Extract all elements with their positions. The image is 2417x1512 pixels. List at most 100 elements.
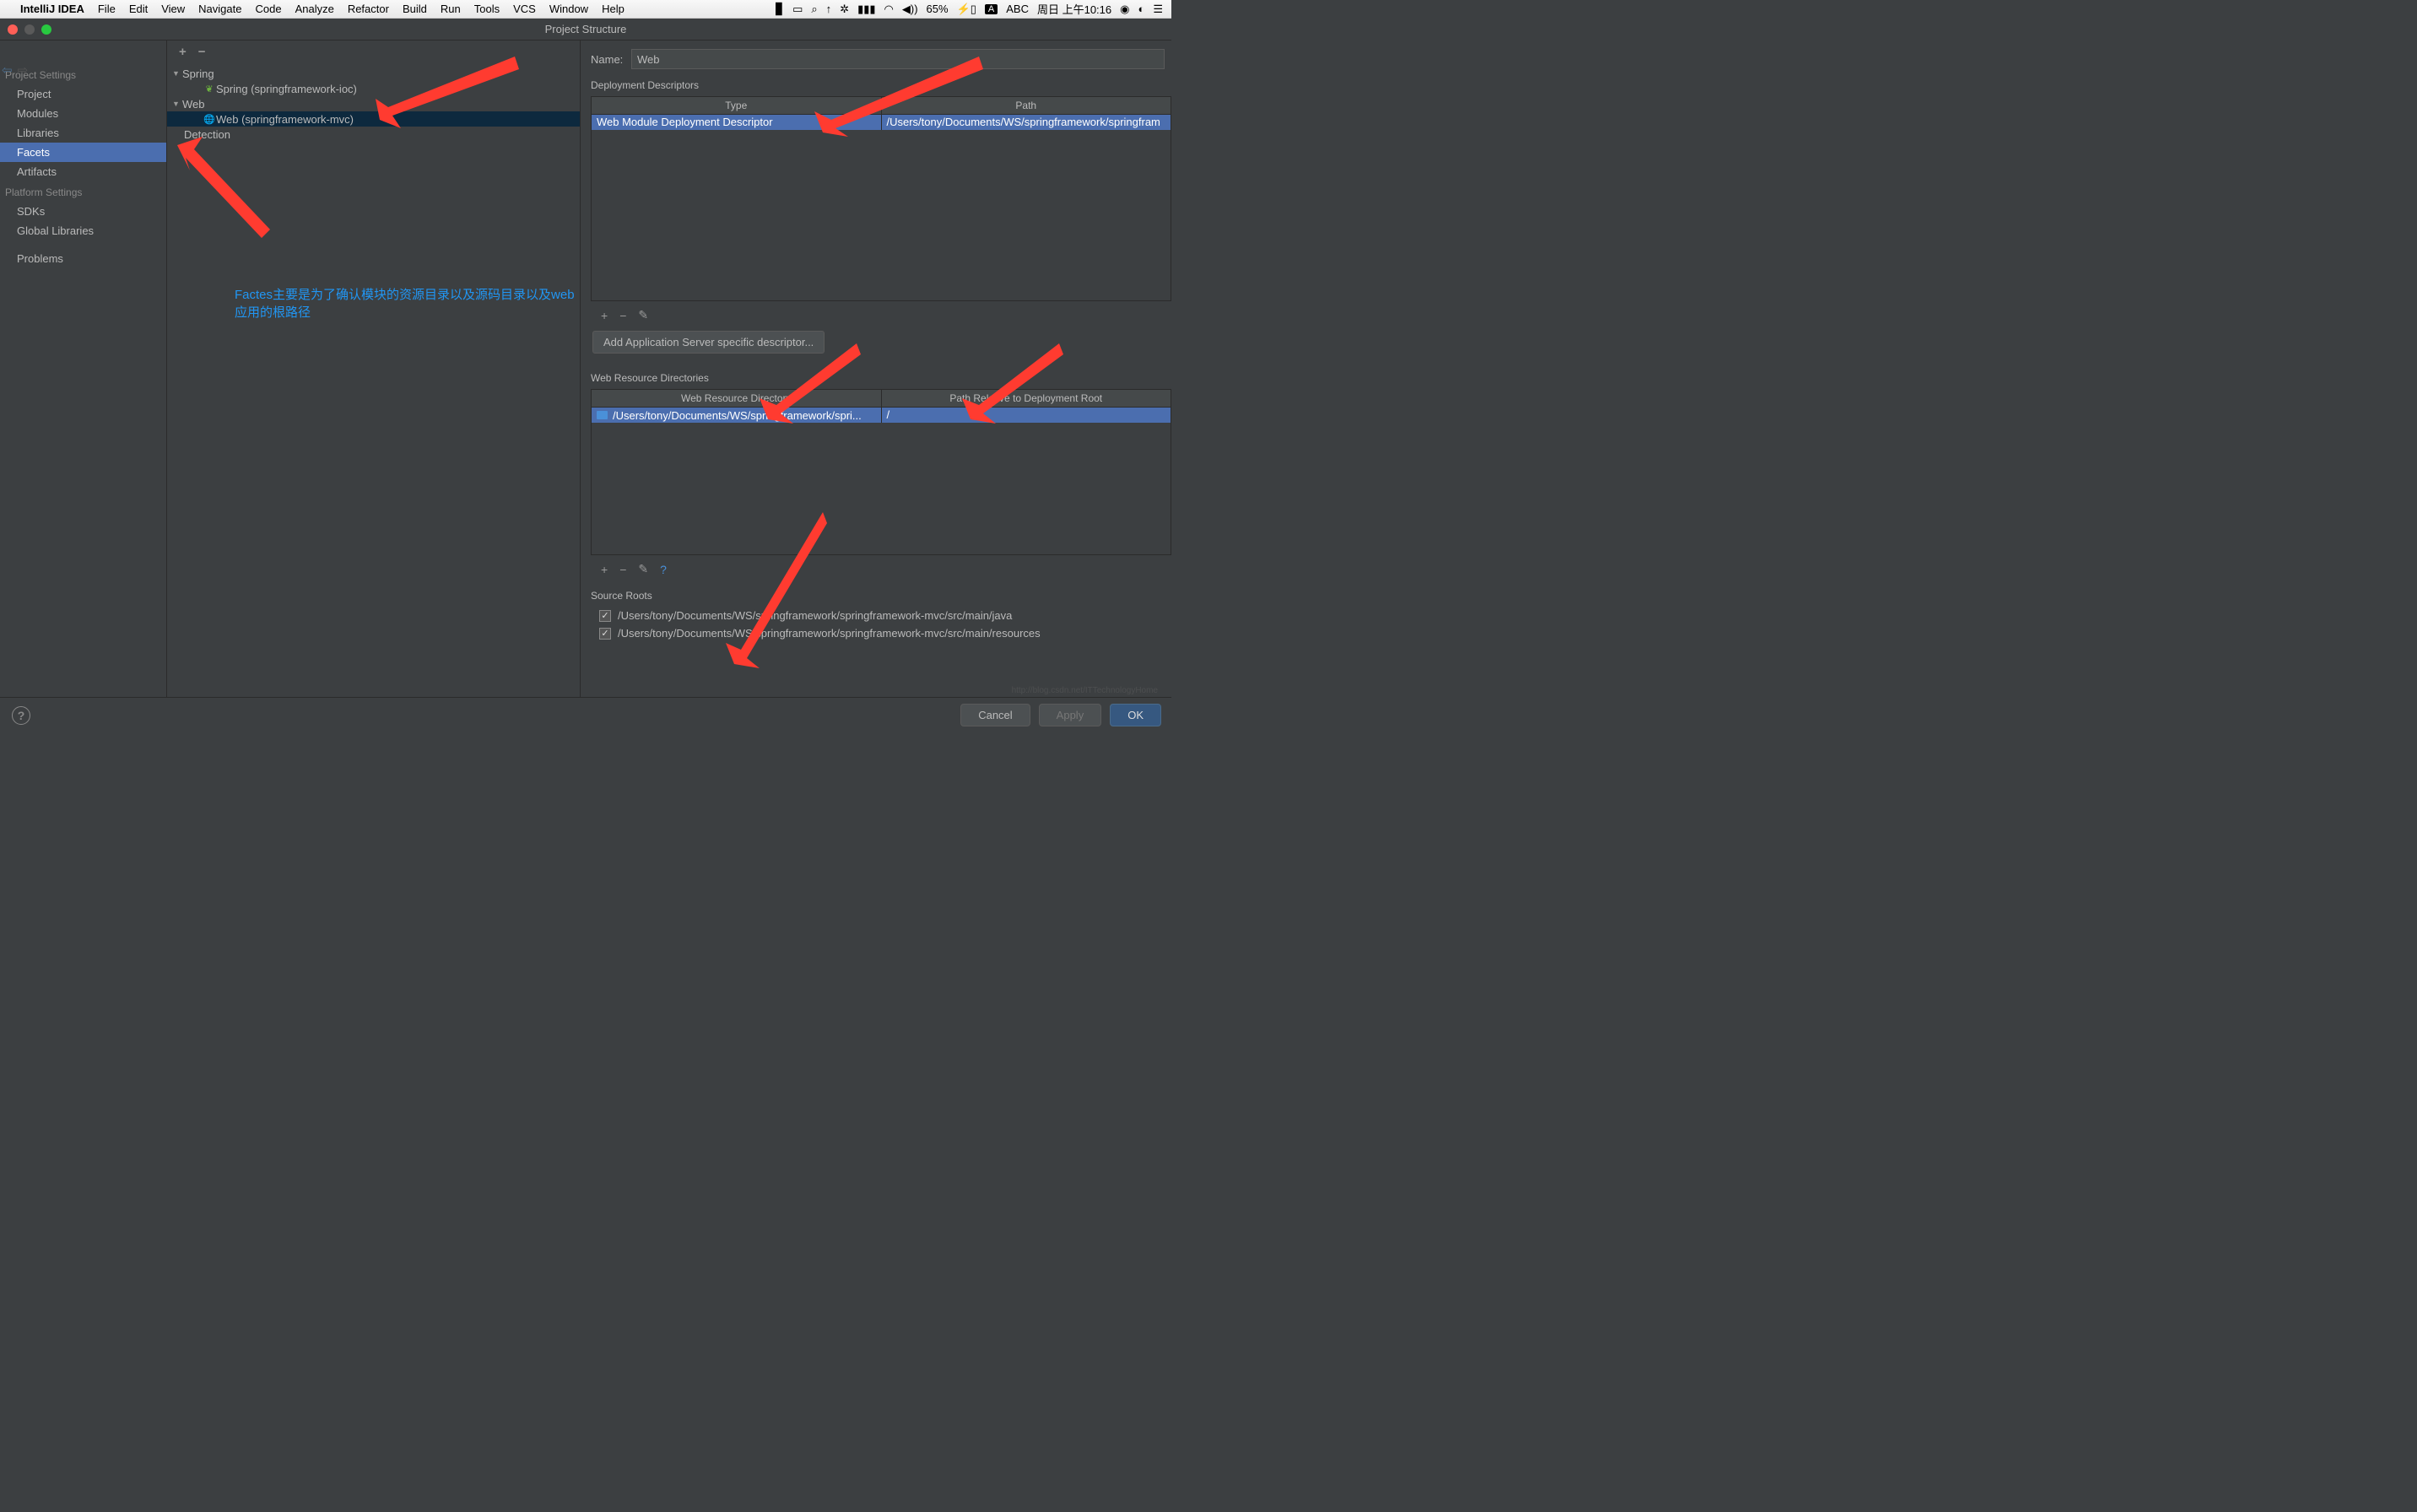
help-button[interactable]: ? <box>12 706 30 725</box>
mac-menubar: IntelliJ IDEA File Edit View Navigate Co… <box>0 0 1171 19</box>
facet-config-panel: Name: Deployment Descriptors Type Path W… <box>581 40 1171 709</box>
web-resource-dirs-label: Web Resource Directories <box>591 372 1171 384</box>
battery-icon[interactable]: ▮▮▮ <box>857 3 875 16</box>
notification-icon[interactable]: ☰ <box>1153 3 1163 16</box>
sidebar-item-libraries[interactable]: Libraries <box>0 123 166 143</box>
platform-settings-header: Platform Settings <box>0 181 166 202</box>
project-structure-window: Project Structure ⇦ ⇨ Project Settings P… <box>0 19 1171 732</box>
checkbox-checked-icon[interactable]: ✓ <box>599 610 611 622</box>
sidebar-item-artifacts[interactable]: Artifacts <box>0 162 166 181</box>
checkbox-checked-icon[interactable]: ✓ <box>599 628 611 640</box>
menu-file[interactable]: File <box>98 3 116 15</box>
menu-help[interactable]: Help <box>602 3 625 15</box>
cancel-button[interactable]: Cancel <box>960 704 1030 726</box>
expand-arrow-icon[interactable]: ▼ <box>172 69 182 78</box>
add-descriptor-button[interactable]: Add Application Server specific descript… <box>592 331 825 354</box>
menu-view[interactable]: View <box>161 3 185 15</box>
source-roots-label: Source Roots <box>591 590 1171 602</box>
sidebar-item-global-libraries[interactable]: Global Libraries <box>0 221 166 240</box>
spotlight-icon[interactable]: ◉ <box>1120 3 1129 16</box>
dd-remove-icon[interactable]: − <box>619 309 626 322</box>
sidebar-item-problems[interactable]: Problems <box>0 249 166 268</box>
dd-row[interactable]: Web Module Deployment Descriptor /Users/… <box>592 115 1171 130</box>
menu-analyze[interactable]: Analyze <box>295 3 334 15</box>
menu-run[interactable]: Run <box>441 3 461 15</box>
tree-node-spring-ioc[interactable]: ❦ Spring (springframework-ioc) <box>167 81 580 96</box>
minimize-button[interactable] <box>24 24 35 35</box>
tree-node-detection[interactable]: Detection <box>167 127 580 142</box>
source-root-path: /Users/tony/Documents/WS/springframework… <box>618 627 1041 640</box>
dd-col-path: Path <box>882 97 1171 114</box>
app-name[interactable]: IntelliJ IDEA <box>20 3 84 15</box>
source-root-path: /Users/tony/Documents/WS/springframework… <box>618 609 1012 622</box>
wr-col-path: Path Relative to Deployment Root <box>882 390 1171 407</box>
sidebar-item-sdks[interactable]: SDKs <box>0 202 166 221</box>
watermark: http://blog.csdn.net/ITTechnologyHome <box>1012 686 1158 695</box>
volume-icon[interactable]: ◀)) <box>902 3 918 16</box>
battery-percent[interactable]: 65% <box>927 3 949 15</box>
siri-icon[interactable]: ◐ <box>1138 3 1144 15</box>
input-source-abc[interactable]: ABC <box>1006 3 1029 15</box>
menu-tools[interactable]: Tools <box>474 3 500 15</box>
wr-remove-icon[interactable]: − <box>619 563 626 576</box>
wr-dir-cell: /Users/tony/Documents/WS/springframework… <box>592 408 882 423</box>
sidebar-item-project[interactable]: Project <box>0 84 166 104</box>
facet-name-input[interactable] <box>631 49 1165 69</box>
deployment-descriptors-table: Type Path Web Module Deployment Descript… <box>591 96 1171 301</box>
wr-edit-icon[interactable]: ✎ <box>638 562 648 576</box>
spring-leaf-icon: ❦ <box>203 84 216 94</box>
bookmark-icon[interactable]: ▊ <box>776 3 784 16</box>
tree-label: Web (springframework-mvc) <box>216 113 354 126</box>
search-icon[interactable]: ⌕ <box>811 3 817 16</box>
dd-type-cell: Web Module Deployment Descriptor <box>592 115 882 130</box>
nav-forward-icon[interactable]: ⇨ <box>18 62 29 78</box>
apply-button[interactable]: Apply <box>1039 704 1102 726</box>
menu-edit[interactable]: Edit <box>129 3 148 15</box>
upload-icon[interactable]: ↑ <box>826 3 832 15</box>
expand-arrow-icon[interactable]: ▼ <box>172 100 182 108</box>
tree-node-spring[interactable]: ▼ Spring <box>167 66 580 81</box>
tree-node-web-mvc[interactable]: 🌐 Web (springframework-mvc) <box>167 111 580 127</box>
tree-label: Spring (springframework-ioc) <box>216 83 357 95</box>
menu-navigate[interactable]: Navigate <box>198 3 241 15</box>
dialog-footer: ? Cancel Apply OK <box>0 697 1171 732</box>
remove-facet-icon[interactable]: − <box>198 45 206 59</box>
source-root-row[interactable]: ✓ /Users/tony/Documents/WS/springframewo… <box>591 624 1171 642</box>
menu-build[interactable]: Build <box>403 3 427 15</box>
menu-vcs[interactable]: VCS <box>513 3 536 15</box>
dd-edit-icon[interactable]: ✎ <box>638 308 648 322</box>
dd-path-cell: /Users/tony/Documents/WS/springframework… <box>882 115 1171 130</box>
settings-sidebar: Project Settings Project Modules Librari… <box>0 40 167 709</box>
display-icon[interactable]: ▭ <box>792 3 803 16</box>
wr-help-icon[interactable]: ? <box>660 563 667 576</box>
window-title: Project Structure <box>545 23 627 35</box>
titlebar: Project Structure <box>0 19 1171 40</box>
nav-back-icon[interactable]: ⇦ <box>2 62 13 78</box>
dd-add-icon[interactable]: + <box>601 309 608 322</box>
source-root-row[interactable]: ✓ /Users/tony/Documents/WS/springframewo… <box>591 607 1171 624</box>
folder-icon <box>597 411 608 419</box>
tree-node-web[interactable]: ▼ Web <box>167 96 580 111</box>
tree-label: Detection <box>184 128 230 141</box>
maximize-button[interactable] <box>41 24 51 35</box>
sidebar-item-facets[interactable]: Facets <box>0 143 166 162</box>
close-button[interactable] <box>8 24 18 35</box>
web-globe-icon: 🌐 <box>203 114 216 125</box>
wr-dir-text: /Users/tony/Documents/WS/springframework… <box>613 409 862 422</box>
tree-label: Web <box>182 98 205 111</box>
bluetooth-icon[interactable]: ✲ <box>840 3 849 16</box>
wr-row[interactable]: /Users/tony/Documents/WS/springframework… <box>592 408 1171 423</box>
tree-label: Spring <box>182 68 214 80</box>
dd-col-type: Type <box>592 97 882 114</box>
menu-refactor[interactable]: Refactor <box>348 3 389 15</box>
ok-button[interactable]: OK <box>1110 704 1161 726</box>
add-facet-icon[interactable]: + <box>179 45 187 59</box>
wifi-icon[interactable]: ◠ <box>884 3 894 16</box>
menu-window[interactable]: Window <box>549 3 588 15</box>
menu-code[interactable]: Code <box>255 3 281 15</box>
sidebar-item-modules[interactable]: Modules <box>0 104 166 123</box>
wr-add-icon[interactable]: + <box>601 563 608 576</box>
input-source-a[interactable]: A <box>985 4 998 14</box>
datetime[interactable]: 周日 上午10:16 <box>1037 1 1111 17</box>
wr-path-cell: / <box>882 408 1171 423</box>
